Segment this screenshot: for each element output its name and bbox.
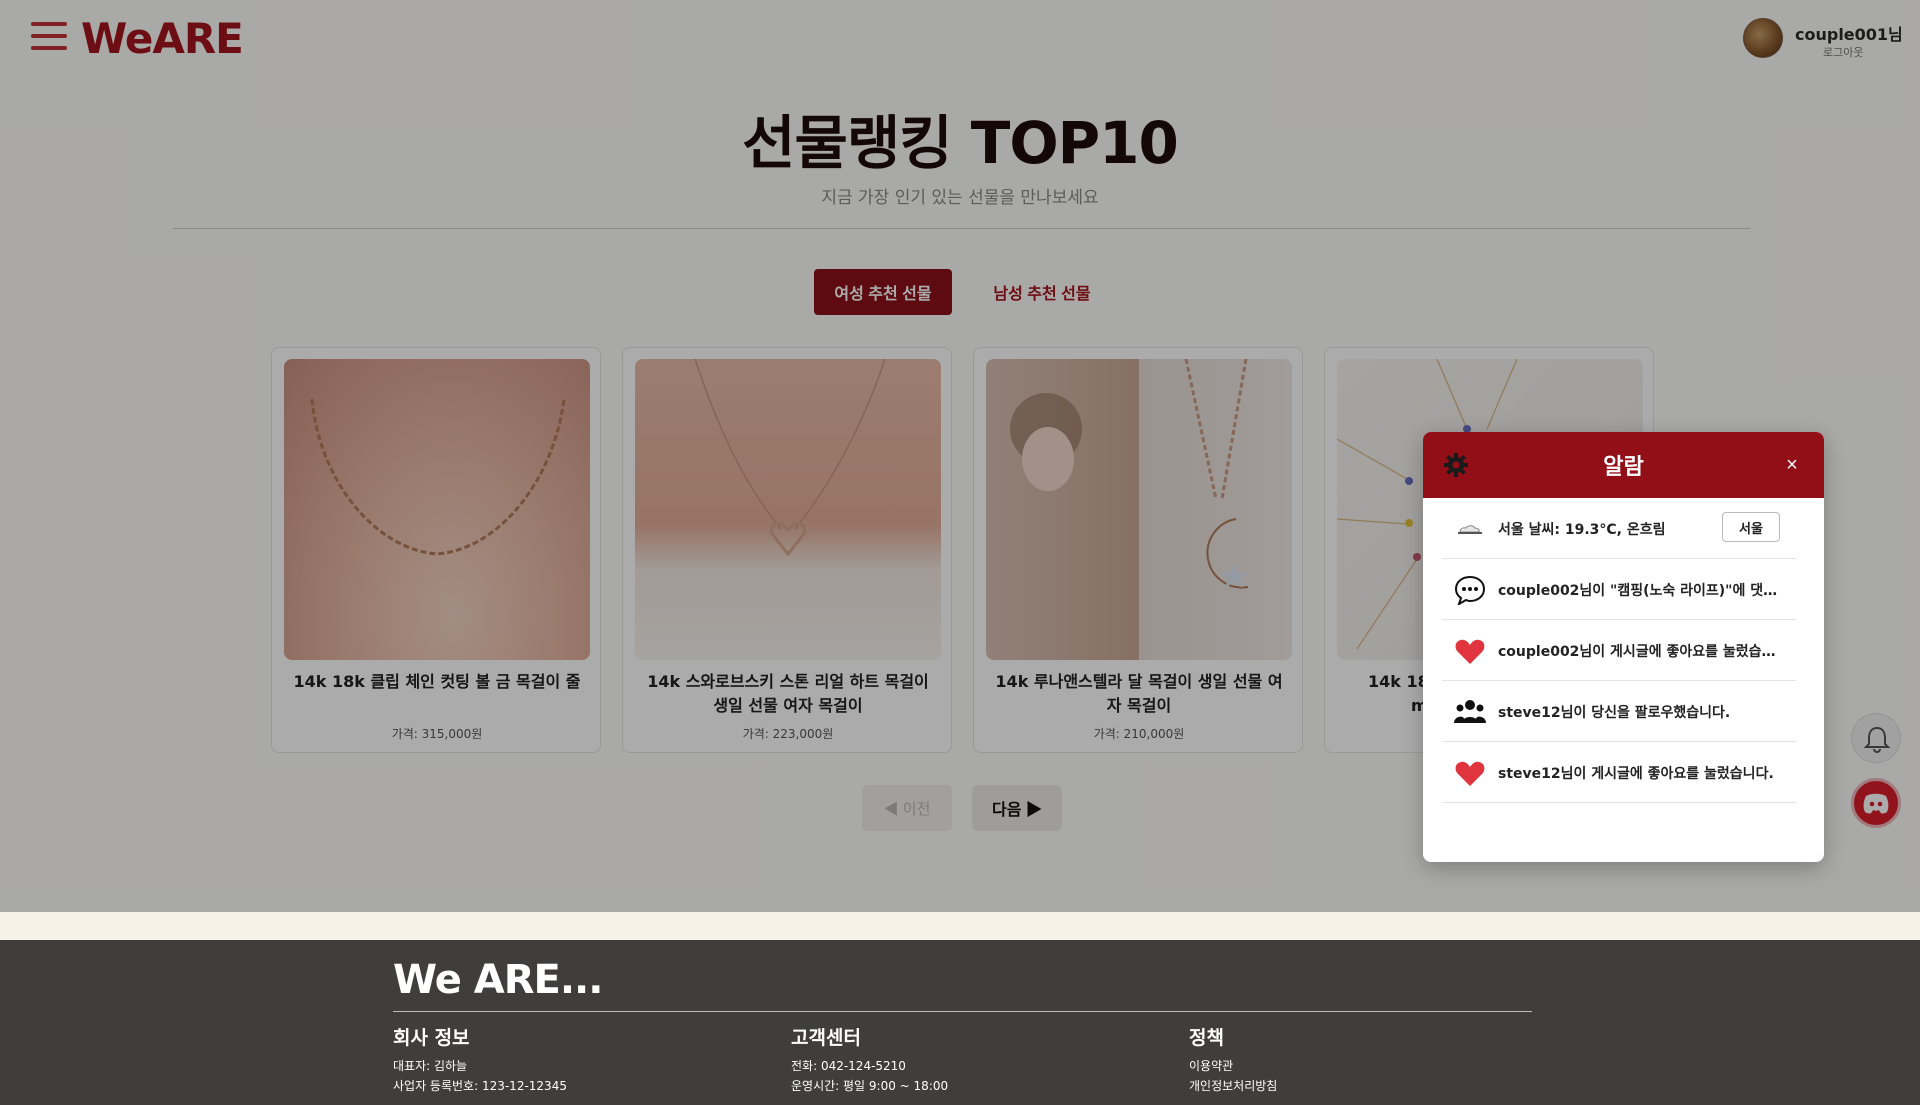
- footer-band: [0, 912, 1920, 940]
- notification-panel-title: 알람: [1603, 455, 1644, 480]
- notification-panel: 알람 × 서울 날씨: 19.3°C, 온흐림 서울 couple002님이 "…: [1423, 432, 1824, 862]
- footer-company-info: 회사 정보 대표자: 김하늘 사업자 등록번호: 123-12-12345: [393, 1023, 773, 1096]
- footer-terms-link[interactable]: 이용약관: [1189, 1056, 1569, 1076]
- notification-item[interactable]: steve12님이 당신을 팔로우했습니다.: [1442, 681, 1796, 742]
- weather-icon: [1454, 514, 1486, 544]
- site-footer: We ARE... 회사 정보 대표자: 김하늘 사업자 등록번호: 123-1…: [0, 940, 1920, 1105]
- footer-line: 사업자 등록번호: 123-12-12345: [393, 1079, 567, 1093]
- footer-line: 운영시간: 평일 9:00 ~ 18:00: [791, 1079, 949, 1093]
- weather-notification: 서울 날씨: 19.3°C, 온흐림 서울: [1442, 498, 1796, 559]
- notification-item[interactable]: steve12님이 게시글에 좋아요를 눌렀습니다.: [1442, 742, 1796, 803]
- notification-text: 서울 날씨: 19.3°C, 온흐림: [1498, 522, 1666, 538]
- footer-column-title: 고객센터: [791, 1027, 861, 1049]
- heart-icon: [1454, 636, 1486, 666]
- footer-column-title: 정책: [1189, 1027, 1224, 1049]
- footer-privacy-link[interactable]: 개인정보처리방침: [1189, 1076, 1569, 1096]
- notification-panel-header: 알람 ×: [1423, 432, 1824, 498]
- notification-item[interactable]: couple002님이 게시글에 좋아요를 눌렀습니다.: [1442, 620, 1796, 681]
- footer-divider: [393, 1011, 1532, 1012]
- footer-customer-center: 고객센터 전화: 042-124-5210 운영시간: 평일 9:00 ~ 18…: [791, 1023, 1171, 1096]
- footer-line: 전화: 042-124-5210: [791, 1059, 906, 1073]
- notification-item[interactable]: couple002님이 "캠핑(노숙 라이프)"에 댓글…: [1442, 559, 1796, 620]
- footer-line: 대표자: 김하늘: [393, 1059, 468, 1073]
- footer-column-title: 회사 정보: [393, 1027, 470, 1049]
- heart-icon: [1454, 758, 1486, 788]
- city-select-button[interactable]: 서울: [1722, 512, 1780, 542]
- notification-text: couple002님이 "캠핑(노숙 라이프)"에 댓글…: [1498, 583, 1788, 599]
- notification-text: steve12님이 당신을 팔로우했습니다.: [1498, 705, 1731, 721]
- footer-policy: 정책 이용약관 개인정보처리방침: [1189, 1023, 1569, 1096]
- footer-logo: We ARE...: [393, 957, 603, 1003]
- notification-text: steve12님이 게시글에 좋아요를 눌렀습니다.: [1498, 766, 1774, 782]
- chat-bubble-icon: [1454, 575, 1486, 607]
- close-icon[interactable]: ×: [1777, 450, 1807, 480]
- users-icon: [1454, 697, 1486, 727]
- notification-text: couple002님이 게시글에 좋아요를 눌렀습니다.: [1498, 644, 1788, 660]
